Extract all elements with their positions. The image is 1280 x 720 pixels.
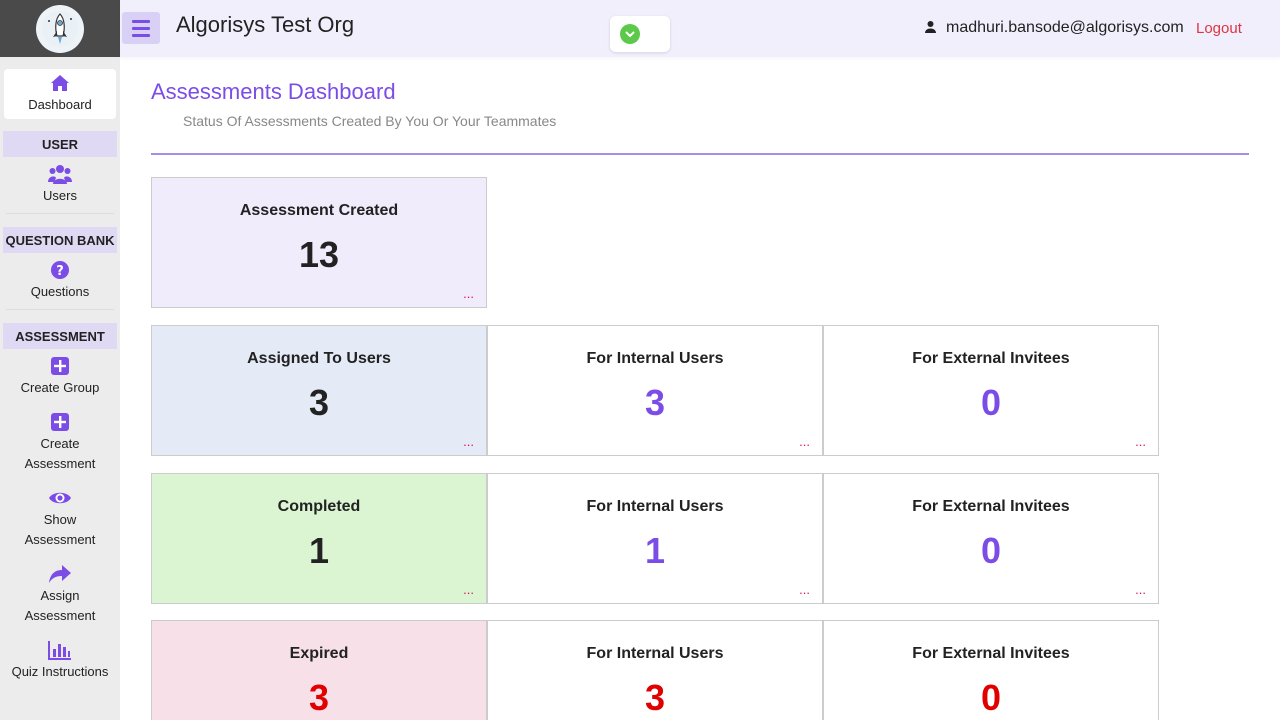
sidebar-item-quiz-instructions[interactable]: Quiz Instructions <box>0 633 120 689</box>
sidebar-item-questions[interactable]: ? Questions <box>0 253 120 309</box>
sidebar-item-label: Create <box>40 436 80 451</box>
sidebar-item-label: Users <box>43 188 77 203</box>
card-assessment-created[interactable]: Assessment Created 13 ... <box>151 177 487 308</box>
card-expired-external[interactable]: For External Invitees 0 <box>823 620 1159 720</box>
card-value: 3 <box>308 677 330 718</box>
home-icon <box>50 73 70 93</box>
eye-icon <box>48 488 72 508</box>
card-value: 13 <box>298 234 340 275</box>
divider <box>6 213 114 214</box>
card-title: For External Invitees <box>912 498 1070 515</box>
card-title: For Internal Users <box>586 498 724 515</box>
sidebar-item-label: Dashboard <box>28 97 92 112</box>
section-assessment: ASSESSMENT <box>3 323 117 349</box>
card-title: Assessment Created <box>239 202 399 219</box>
svg-text:?: ? <box>56 264 64 279</box>
top-header: Algorisys Test Org madhuri.bansode@algor… <box>120 0 1280 57</box>
sidebar-item-label: Show <box>43 512 77 527</box>
status-toggle[interactable] <box>610 16 670 52</box>
more-link[interactable]: ... <box>799 582 810 597</box>
card-value: 0 <box>980 382 1002 423</box>
card-title: For External Invitees <box>912 350 1070 367</box>
more-link[interactable]: ... <box>1135 582 1146 597</box>
card-expired-total[interactable]: Expired 3 <box>151 620 487 720</box>
more-link[interactable]: ... <box>1135 434 1146 449</box>
sidebar-item-create-assessment[interactable]: Create Assessment <box>0 405 120 481</box>
sidebar-item-label: Assessment <box>24 456 96 471</box>
plus-square-icon <box>50 412 70 432</box>
sidebar-item-assign-assessment[interactable]: Assign Assessment <box>0 557 120 633</box>
card-completed-total[interactable]: Completed 1 ... <box>151 473 487 604</box>
card-value: 3 <box>644 382 666 423</box>
card-value: 1 <box>308 530 330 571</box>
card-assigned-external[interactable]: For External Invitees 0 ... <box>823 325 1159 456</box>
page-subtitle: Status Of Assessments Created By You Or … <box>183 113 557 129</box>
logo-area <box>0 0 120 57</box>
divider <box>6 309 114 310</box>
card-title: For External Invitees <box>912 645 1070 662</box>
sidebar-item-label: Assign <box>40 588 80 603</box>
card-title: For Internal Users <box>586 350 724 367</box>
sidebar-item-label: Create Group <box>20 380 100 395</box>
user-email: madhuri.bansode@algorisys.com <box>946 19 1184 36</box>
card-assigned-internal[interactable]: For Internal Users 3 ... <box>487 325 823 456</box>
menu-toggle-icon[interactable] <box>122 12 160 44</box>
sidebar-item-users[interactable]: Users <box>0 157 120 213</box>
share-arrow-icon <box>48 564 72 584</box>
sidebar-item-dashboard[interactable]: Dashboard <box>4 69 116 119</box>
section-question-bank: QUESTION BANK <box>3 227 117 253</box>
sidebar-item-label: Quiz Instructions <box>11 664 109 679</box>
card-expired-internal[interactable]: For Internal Users 3 <box>487 620 823 720</box>
question-circle-icon: ? <box>50 260 70 280</box>
sidebar: Dashboard USER Users QUESTION BANK ? Que… <box>0 0 120 720</box>
sidebar-item-show-assessment[interactable]: Show Assessment <box>0 481 120 557</box>
card-assigned-total[interactable]: Assigned To Users 3 ... <box>151 325 487 456</box>
card-completed-internal[interactable]: For Internal Users 1 ... <box>487 473 823 604</box>
page-title: Assessments Dashboard <box>151 79 396 104</box>
more-link[interactable]: ... <box>799 434 810 449</box>
card-title: Completed <box>277 498 361 515</box>
more-link[interactable]: ... <box>463 434 474 449</box>
sidebar-item-label: Questions <box>30 284 90 299</box>
card-value: 3 <box>308 382 330 423</box>
more-link[interactable]: ... <box>463 582 474 597</box>
card-value: 3 <box>644 677 666 718</box>
sidebar-item-create-group[interactable]: Create Group <box>0 349 120 405</box>
more-link[interactable]: ... <box>463 286 474 301</box>
card-title: Assigned To Users <box>247 350 391 367</box>
sidebar-item-label: Assessment <box>24 608 96 623</box>
user-info: madhuri.bansode@algorisys.com <box>925 19 1184 37</box>
card-value: 0 <box>980 677 1002 718</box>
card-title: For Internal Users <box>586 645 724 662</box>
card-value: 0 <box>980 530 1002 571</box>
plus-square-icon <box>50 356 70 376</box>
section-user: USER <box>3 131 117 157</box>
card-completed-external[interactable]: For External Invitees 0 ... <box>823 473 1159 604</box>
sidebar-item-label: Assessment <box>24 532 96 547</box>
card-value: 1 <box>644 530 666 571</box>
rocket-logo-icon[interactable] <box>36 4 84 53</box>
users-icon <box>48 164 72 184</box>
title-divider <box>151 153 1249 155</box>
logout-link[interactable]: Logout <box>1196 20 1242 37</box>
user-icon <box>925 20 936 36</box>
chevron-down-icon <box>620 24 640 44</box>
card-title: Expired <box>289 645 349 662</box>
org-title: Algorisys Test Org <box>176 12 355 37</box>
bar-chart-icon <box>48 640 72 660</box>
